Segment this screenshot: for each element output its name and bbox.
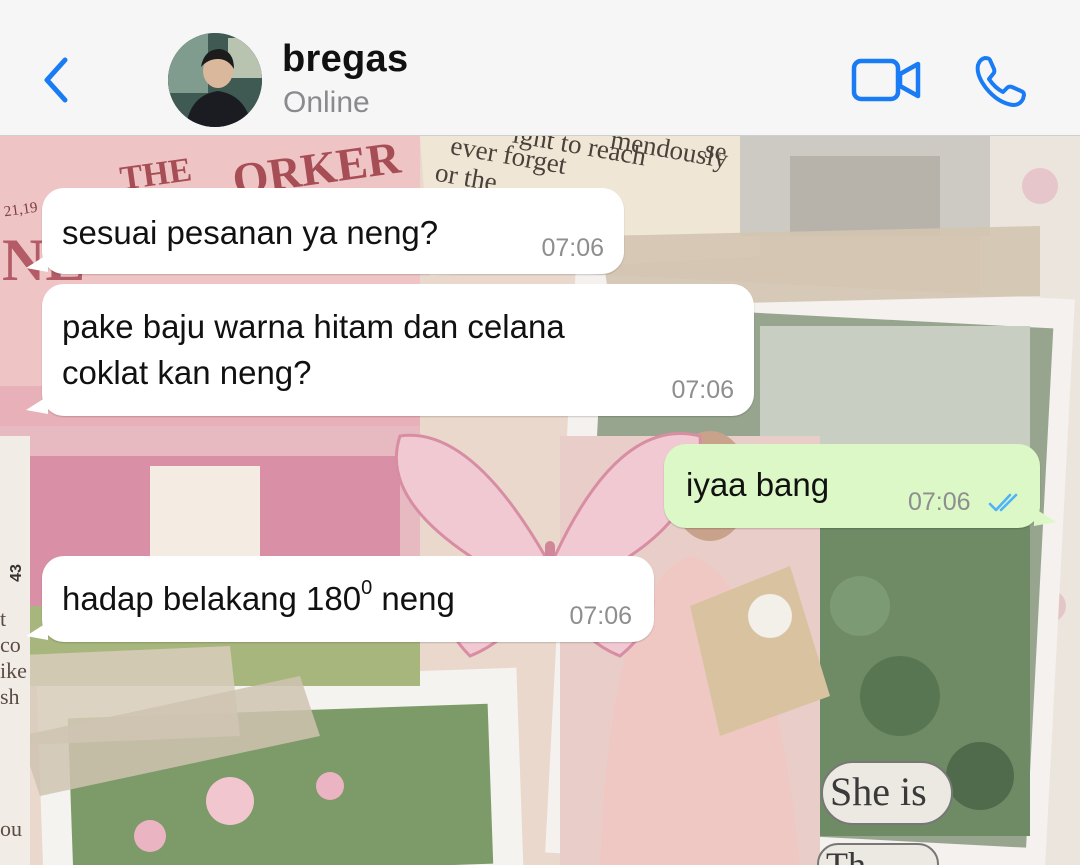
chevron-left-icon [44, 57, 68, 103]
message-text-superscript: 0 [361, 577, 373, 599]
message-time: 07:06 [569, 602, 632, 630]
chat-area[interactable]: THE ORKER 21,19 NE ever forget ight to r… [0, 136, 1080, 865]
contact-status: Online [283, 86, 370, 119]
video-call-button[interactable] [848, 52, 926, 108]
phone-icon [975, 56, 1026, 107]
message-text: sesuai pesanan ya neng? [62, 214, 439, 251]
message-text-end: neng [372, 580, 455, 617]
message-text-line-1: pake baju warna hitam dan celana [62, 308, 565, 345]
message-time: 07:06 [541, 234, 604, 262]
message-text-main: hadap belakang 180 [62, 580, 362, 617]
wallpaper-sticker-line2: Th [826, 845, 866, 865]
wallpaper-bottom-left-text: ou [0, 816, 22, 841]
message-text: hadap belakang 1800 neng [62, 576, 455, 622]
contact-name[interactable]: bregas [282, 38, 408, 81]
avatar[interactable] [168, 33, 262, 127]
message-bubble-incoming[interactable]: hadap belakang 1800 neng 07:06 [26, 556, 654, 642]
back-button[interactable] [28, 52, 84, 108]
message-time: 07:06 [908, 488, 971, 516]
message-text-line-2: coklat kan neng? [62, 354, 312, 391]
avatar-photo [168, 33, 262, 127]
wallpaper-page-number: 43 [7, 564, 25, 582]
video-camera-icon [851, 58, 921, 102]
message-text: iyaa bang [686, 466, 830, 503]
double-check-read-icon [988, 493, 1018, 512]
message-bubble-incoming[interactable]: pake baju warna hitam dan celana coklat … [26, 284, 754, 416]
message-time: 07:06 [671, 376, 734, 404]
message-bubble-outgoing[interactable]: iyaa bang 07:06 [664, 444, 1056, 528]
wallpaper-sticker-line1: She is [830, 769, 927, 814]
chat-header: bregas Online [0, 0, 1080, 136]
message-bubble-incoming[interactable]: sesuai pesanan ya neng? 07:06 [26, 188, 624, 274]
voice-call-button[interactable] [968, 50, 1032, 112]
